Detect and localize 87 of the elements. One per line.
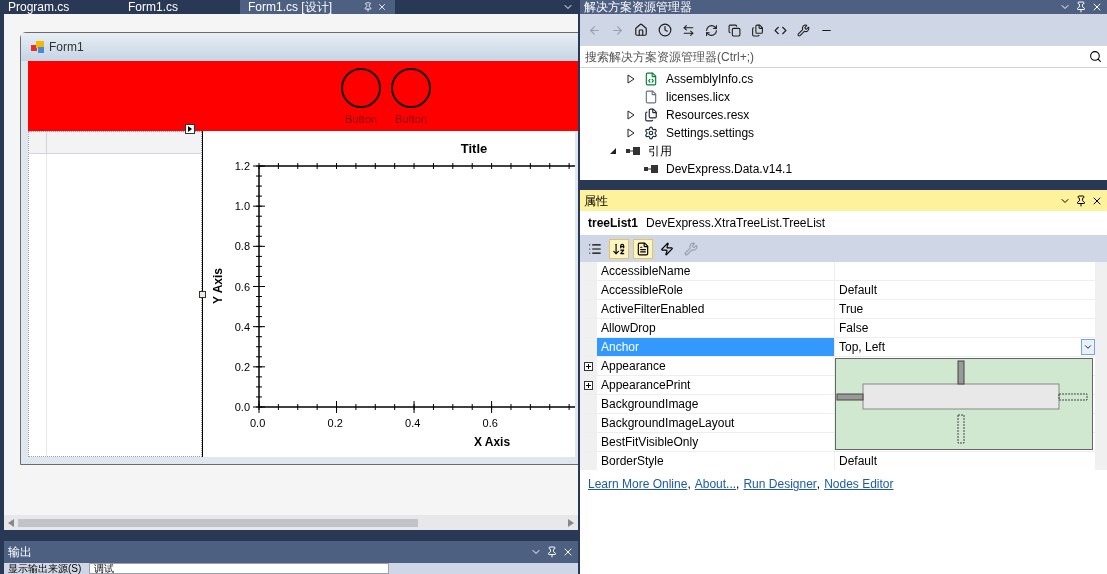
tree-item[interactable]: 引用 xyxy=(648,143,672,159)
output-source-dropdown[interactable]: 调试 xyxy=(89,563,390,574)
scrollbar-thumb[interactable] xyxy=(18,518,418,527)
pin-icon[interactable] xyxy=(1075,194,1087,207)
y-tick-label: 0.6 xyxy=(234,280,250,293)
editor-tab[interactable]: Program.cs xyxy=(0,0,120,14)
search-box[interactable]: 搜索解决方案资源管理器(Ctrl+;) xyxy=(580,46,1107,68)
x-tick-label: 0.0 xyxy=(250,417,266,429)
x-tick-label: 0.2 xyxy=(327,417,343,429)
x-axis-title: X Axis xyxy=(473,435,511,449)
caret-icon xyxy=(1083,342,1093,352)
y-tick-label: 1.2 xyxy=(234,160,250,172)
sync-icon[interactable] xyxy=(682,23,695,37)
tree-item[interactable]: licenses.licx xyxy=(666,89,731,105)
link-separator: , xyxy=(736,476,740,493)
wrench-icon xyxy=(684,241,698,256)
close-icon[interactable] xyxy=(1091,1,1103,13)
chart-title: Title xyxy=(460,141,488,156)
expanded-arrow-icon[interactable] xyxy=(609,147,617,155)
form-title: Form1 xyxy=(49,39,84,56)
y-tick-label: 0.4 xyxy=(234,320,250,333)
y-tick-label: 0.8 xyxy=(234,240,250,253)
link-separator: , xyxy=(816,476,821,493)
refresh-icon[interactable] xyxy=(705,23,718,37)
help-link[interactable]: Nodes Editor xyxy=(824,475,894,493)
tree-item[interactable]: AssemblyInfo.cs xyxy=(666,71,754,87)
tree-item[interactable]: Settings.settings xyxy=(666,125,755,141)
alphabetical-sort-button[interactable] xyxy=(609,238,629,259)
editor-tab[interactable]: Form1.cs xyxy=(120,0,240,14)
resize-handle-icon[interactable] xyxy=(199,291,206,298)
tree-item[interactable]: Resources.resx xyxy=(666,107,750,123)
property-value[interactable]: Top, Left xyxy=(835,338,1081,356)
collapsed-arrow-icon[interactable] xyxy=(627,110,635,120)
property-name[interactable]: ActiveFilterEnabled xyxy=(597,300,835,318)
wrench-icon[interactable] xyxy=(797,23,810,37)
smart-tag-icon[interactable] xyxy=(185,124,195,134)
property-name[interactable]: AccessibleRole xyxy=(597,281,835,299)
x-tick-label: 0.6 xyxy=(482,417,498,429)
x-tick-label: 0.4 xyxy=(405,417,421,429)
object-selector[interactable]: treeList1 DevExpress.XtraTreeList.TreeList xyxy=(580,211,1107,235)
property-value[interactable]: Default xyxy=(835,452,1095,470)
property-name[interactable]: AllowDrop xyxy=(597,319,835,337)
reference-icon xyxy=(644,165,658,173)
csharp-file-icon xyxy=(644,72,658,86)
property-value[interactable]: False xyxy=(835,319,1095,337)
link-separator: , xyxy=(687,476,691,493)
properties-title: 属性 xyxy=(584,192,609,210)
y-tick-label: 0.2 xyxy=(234,360,250,373)
help-link[interactable]: Run Designer xyxy=(743,475,817,493)
resource-file-icon xyxy=(644,108,658,122)
collapsed-arrow-icon[interactable] xyxy=(627,128,635,138)
lightning-icon xyxy=(660,241,674,256)
expand-plus-icon[interactable] xyxy=(584,380,593,390)
output-title: 输出 xyxy=(8,544,33,561)
solution-explorer-title: 解决方案资源管理器 xyxy=(584,0,693,16)
page-icon xyxy=(636,241,650,256)
expand-plus-icon[interactable] xyxy=(584,361,593,371)
sort-az-icon xyxy=(612,241,626,256)
list-icon xyxy=(588,241,602,256)
pages-icon[interactable] xyxy=(751,23,764,37)
property-value[interactable]: Default xyxy=(835,281,1095,299)
properties-button[interactable] xyxy=(633,238,653,259)
pin-icon[interactable] xyxy=(546,546,558,558)
property-name[interactable]: AccessibleName xyxy=(597,262,835,280)
search-icon[interactable] xyxy=(1089,50,1102,63)
help-link[interactable]: About... xyxy=(694,475,737,493)
file-icon xyxy=(644,90,658,104)
output-source-label: 显示输出来源(S) xyxy=(8,563,82,574)
search-input[interactable]: 搜索解决方案资源管理器(Ctrl+;) xyxy=(585,47,1089,66)
pin-icon[interactable] xyxy=(1075,1,1087,13)
reference-icon xyxy=(626,147,640,155)
form-icon xyxy=(31,41,45,53)
close-icon[interactable] xyxy=(562,546,574,558)
clock-icon[interactable] xyxy=(658,23,672,37)
y-tick-label: 1.0 xyxy=(234,200,250,213)
object-name: treeList1 xyxy=(588,215,639,232)
y-axis-title: Y Axis xyxy=(211,268,225,304)
home-icon[interactable] xyxy=(634,23,648,37)
gear-icon xyxy=(644,126,658,140)
collapsed-arrow-icon[interactable] xyxy=(627,74,635,84)
anchor-editor-dropdown[interactable] xyxy=(835,358,1093,450)
property-value[interactable]: True xyxy=(835,300,1095,318)
scroll-left-arrow-icon[interactable] xyxy=(8,518,14,527)
tree-item[interactable]: DevExpress.Data.v14.1 xyxy=(666,161,793,177)
y-tick-label: 0.0 xyxy=(234,401,250,413)
object-type: DevExpress.XtraTreeList.TreeList xyxy=(646,215,826,232)
scroll-right-arrow-icon[interactable] xyxy=(568,518,574,527)
